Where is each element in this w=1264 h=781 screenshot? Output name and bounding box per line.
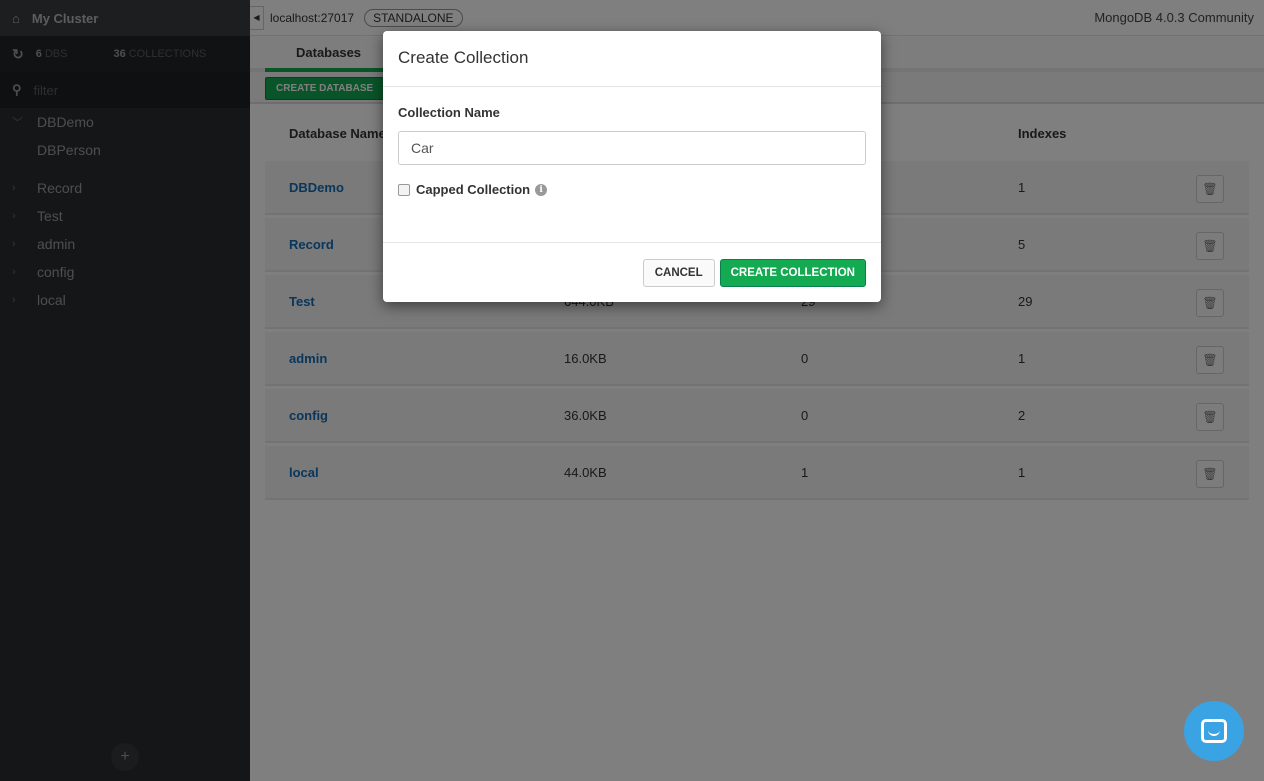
cancel-button[interactable]: CANCEL [642,259,715,287]
chat-button[interactable] [1184,701,1244,761]
capped-collection-checkbox[interactable] [398,183,410,196]
collection-name-input[interactable] [398,131,866,165]
create-collection-modal: Create Collection Collection Name Capped… [383,31,881,302]
create-collection-button[interactable]: CREATE COLLECTION [719,259,866,287]
modal-title: Create Collection [383,31,881,87]
capped-collection-label[interactable]: Capped Collection [416,182,530,197]
collection-name-label: Collection Name [398,105,500,120]
chat-icon [1201,719,1227,743]
info-icon[interactable]: i [535,183,548,196]
